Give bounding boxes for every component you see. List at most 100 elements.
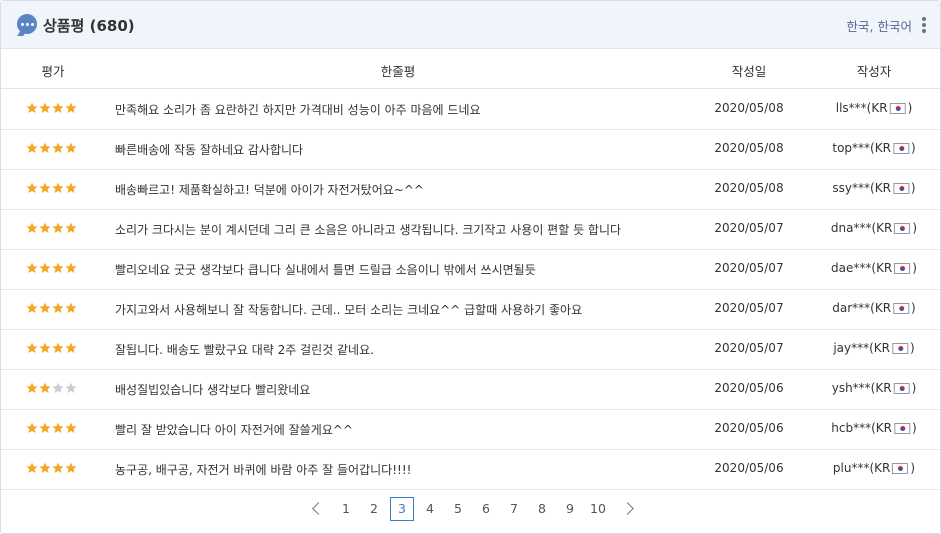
review-date: 2020/05/07 [714,301,784,315]
star-filled-icon [52,102,64,113]
page-link-2[interactable]: 2 [362,497,386,521]
star-filled-icon [26,222,38,233]
star-filled-icon [52,182,64,193]
author-suffix: ) [910,461,916,475]
table-row[interactable]: 배성질빕있습니다 생각보다 빨리왔네요 2020/05/06 ysh***(KR) [1,369,940,410]
chevron-right-icon[interactable] [621,502,634,515]
korea-flag-icon [893,302,910,314]
table-row[interactable]: 빨리 잘 받았습니다 아이 자전거에 잘쓸게요^^ 2020/05/06 hcb**… [1,409,940,450]
korea-flag-icon [892,462,909,474]
review-text: 빨리오네요 굿굿 생각보다 큽니다 실내에서 틀면 드릴급 소음이니 밖에서 쓰… [115,263,536,277]
author-suffix: ) [910,141,916,155]
page-link-8[interactable]: 8 [530,497,554,521]
page-link-9[interactable]: 9 [558,497,582,521]
review-author: top***(KR) [832,141,915,155]
star-filled-icon [26,302,38,313]
kebab-menu-icon[interactable] [922,17,926,33]
star-filled-icon [65,342,77,353]
star-rating [26,382,77,394]
star-filled-icon [26,102,38,113]
page-link-3[interactable]: 3 [390,497,414,521]
review-text: 배성질빕있습니다 생각보다 빨리왔네요 [115,383,311,397]
star-filled-icon [39,102,51,113]
author-id: dna***(KR [830,221,893,235]
review-text: 농구공, 배구공, 자전거 바퀴에 바람 아주 잘 들어갑니다!!!! [115,463,412,477]
table-row[interactable]: 빨리오네요 굿굿 생각보다 큽니다 실내에서 틀면 드릴급 소음이니 밖에서 쓰… [1,249,940,290]
table-row[interactable]: 소리가 크다시는 분이 계시던데 그리 큰 소음은 아니라고 생각됩니다. 크기… [1,209,940,250]
column-header-review: 한줄평 [380,64,416,79]
review-author: jay***(KR) [833,341,914,355]
review-text: 빨리 잘 받았습니다 아이 자전거에 잘쓸게요^^ [115,423,353,437]
review-date: 2020/05/08 [714,141,784,155]
review-text: 빠른배송에 작동 잘하네요 감사합니다 [115,143,304,157]
author-suffix: ) [910,181,916,195]
star-filled-icon [26,422,38,433]
star-filled-icon [52,142,64,153]
author-id: plu***(KR [832,461,891,475]
column-header-rating: 평가 [41,64,65,79]
page-link-4[interactable]: 4 [418,497,442,521]
author-id: ssy***(KR [832,181,891,195]
review-author: dae***(KR) [831,261,917,275]
review-date: 2020/05/06 [714,381,784,395]
star-filled-icon [52,462,64,473]
korea-flag-icon [892,342,908,354]
panel-header: 상품평 (680) 한국, 한국어 [1,1,940,49]
author-suffix: ) [911,381,917,395]
review-text: 가지고와서 사용해보니 잘 작동합니다. 근데.. 모터 소리는 크네요^^ 급… [115,303,583,317]
star-rating [26,142,77,154]
review-date: 2020/05/07 [714,341,784,355]
star-rating [26,262,77,274]
star-filled-icon [65,262,77,273]
page-link-6[interactable]: 6 [474,497,498,521]
star-filled-icon [52,262,64,273]
star-filled-icon [39,182,51,193]
table-row[interactable]: 빠른배송에 작동 잘하네요 감사합니다 2020/05/08 top***(KR) [1,129,940,170]
chevron-left-icon[interactable] [312,502,325,515]
page-link-7[interactable]: 7 [502,497,526,521]
star-filled-icon [52,222,64,233]
page-link-5[interactable]: 5 [446,497,470,521]
table-row[interactable]: 잘됩니다. 배송도 빨랐구요 대략 2주 걸린것 같네요. 2020/05/07 j… [1,329,940,370]
review-date: 2020/05/08 [714,181,784,195]
review-author: ysh***(KR) [832,381,917,395]
star-filled-icon [39,262,51,273]
table-row[interactable]: 가지고와서 사용해보니 잘 작동합니다. 근데.. 모터 소리는 크네요^^ 급… [1,289,940,330]
review-author: hcb***(KR) [831,421,916,435]
korea-flag-icon [889,102,906,114]
page-link-10[interactable]: 10 [586,497,610,521]
review-text: 소리가 크다시는 분이 계시던데 그리 큰 소음은 아니라고 생각됩니다. 크기… [115,223,622,237]
table-row[interactable]: 농구공, 배구공, 자전거 바퀴에 바람 아주 잘 들어갑니다!!!! 2020/… [1,449,940,490]
star-filled-icon [65,222,77,233]
star-filled-icon [52,302,64,313]
review-panel: 상품평 (680) 한국, 한국어 평가 한줄평 작성일 작성자 만족해요 소리… [0,0,941,534]
star-filled-icon [65,462,77,473]
korea-flag-icon [892,182,909,194]
star-empty-icon [65,382,77,393]
page-link-1[interactable]: 1 [334,497,358,521]
star-empty-icon [52,382,64,393]
korea-flag-icon [894,222,911,234]
author-suffix: ) [912,421,917,435]
star-filled-icon [39,382,51,393]
review-author: ssy***(KR) [832,181,915,195]
review-text: 만족해요 소리가 좀 요란하긴 하지만 가격대비 성능이 아주 마음에 드네요 [115,103,481,117]
author-suffix: ) [907,101,913,115]
korea-flag-icon [892,142,909,154]
star-filled-icon [65,102,77,113]
author-suffix: ) [912,261,917,275]
review-date: 2020/05/08 [714,101,784,115]
star-filled-icon [65,422,77,433]
star-filled-icon [26,382,38,393]
review-date: 2020/05/07 [714,221,784,235]
review-date: 2020/05/06 [714,461,784,475]
author-id: hcb***(KR [831,421,893,435]
star-filled-icon [52,342,64,353]
star-rating [26,462,77,474]
chat-bubble-icon [17,14,37,34]
review-author: dar***(KR) [832,301,915,315]
review-author: dna***(KR) [831,221,917,235]
locale-selector[interactable]: 한국, 한국어 [847,16,912,35]
table-row[interactable]: 배송빠르고! 제품확실하고! 덕분에 아이가 자전거탔어요~^^ 2020/05/… [1,169,940,210]
table-row[interactable]: 만족해요 소리가 좀 요란하긴 하지만 가격대비 성능이 아주 마음에 드네요 2… [1,89,940,130]
